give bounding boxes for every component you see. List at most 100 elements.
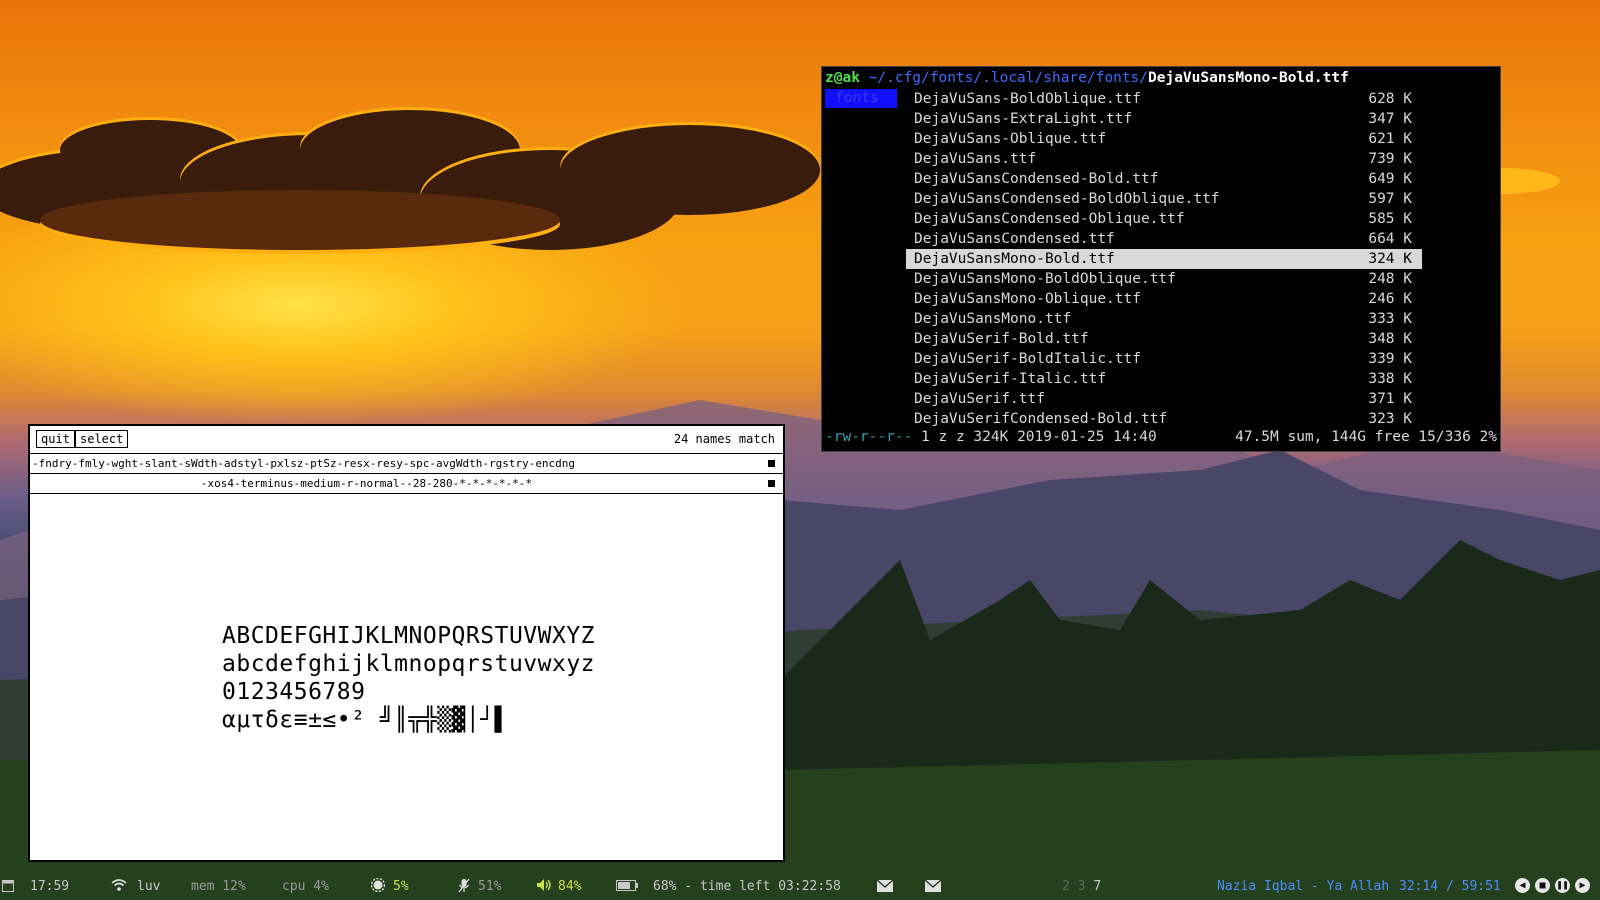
file-size: 248 K — [1368, 271, 1412, 287]
status-bar: 17:59 luv mem 12% cpu 4% 5% 51% 84% 68% … — [0, 874, 1600, 900]
file-size: 649 K — [1368, 171, 1412, 187]
prompt-file: DejaVuSansMono-Bold.ttf — [1148, 70, 1349, 86]
workspace-inactive[interactable]: 2 3 — [1062, 879, 1085, 894]
file-name: DejaVuSans-Oblique.ttf — [914, 131, 1107, 147]
file-list-item[interactable]: DejaVuSansCondensed-Oblique.ttf 585 K — [906, 209, 1422, 229]
xfontsel-window: quit select 24 names match -fndry-fmly-w… — [28, 424, 785, 862]
battery-icon — [616, 880, 638, 895]
file-size: 339 K — [1368, 351, 1412, 367]
file-name: DejaVuSansCondensed-Bold.ttf — [914, 171, 1159, 187]
file-list-item[interactable]: DejaVuSans-ExtraLight.ttf 347 K — [906, 109, 1422, 129]
file-name: DejaVuSerif-Bold.ttf — [914, 331, 1089, 347]
current-font-text: -xos4-terminus-medium-r-normal--28-280-*… — [200, 477, 533, 490]
clock[interactable]: 17:59 — [30, 879, 69, 894]
sample-symbols: αμτδε≡±≤•² ╝║╦╬▒▓│┘▌ — [222, 707, 509, 733]
current-font-field: -xos4-terminus-medium-r-normal--28-280-*… — [30, 474, 783, 494]
font-pattern-text[interactable]: -fndry-fmly-wght-slant-sWdth-adstyl-pxls… — [32, 457, 575, 470]
pattern-handle[interactable] — [768, 460, 775, 467]
wifi-ssid[interactable]: luv — [137, 879, 160, 894]
file-name: DejaVuSans-ExtraLight.ttf — [914, 111, 1133, 127]
media-controls: ◀ ■ ❚❚ ▶ — [1510, 878, 1590, 893]
gear-icon — [370, 877, 386, 896]
file-list-item[interactable]: DejaVuSansCondensed.ttf 664 K — [906, 229, 1422, 249]
prev-icon[interactable]: ◀ — [1515, 878, 1530, 893]
file-list-item[interactable]: DejaVuSerif-Bold.ttf 348 K — [906, 329, 1422, 349]
mail-icon[interactable] — [876, 879, 894, 896]
dir-summary: 47.5M sum, 144G free 15/336 2% — [1235, 429, 1497, 445]
file-size: 621 K — [1368, 131, 1412, 147]
file-list-item[interactable]: DejaVuSansCondensed-BoldOblique.ttf 597 K — [906, 189, 1422, 209]
terminal-title: z@ak ~/.cfg/fonts/.local/share/fonts/Dej… — [825, 70, 1349, 86]
sample-lowercase: abcdefghijklmnopqrstuvwxyz — [222, 651, 596, 677]
file-list: DejaVuSans-BoldOblique.ttf 628 K DejaVuSan… — [906, 89, 1422, 429]
file-size: 246 K — [1368, 291, 1412, 307]
battery-status[interactable]: 68% - time left 03:22:58 — [653, 879, 841, 894]
file-name: DejaVuSans.ttf — [914, 151, 1037, 167]
file-name: DejaVuSerif-Italic.ttf — [914, 371, 1107, 387]
stop-icon[interactable]: ■ — [1535, 878, 1550, 893]
file-size: 348 K — [1368, 331, 1412, 347]
file-info: 1 z z 324K 2019-01-25 14:40 — [912, 429, 1157, 445]
file-size: 597 K — [1368, 191, 1412, 207]
sample-digits: 0123456789 — [222, 679, 366, 705]
file-size: 338 K — [1368, 371, 1412, 387]
file-name: DejaVuSansCondensed-Oblique.ttf — [914, 211, 1185, 227]
now-playing[interactable]: Nazia Iqbal - Ya Allah — [1217, 879, 1389, 894]
file-size: 371 K — [1368, 391, 1412, 407]
file-name: DejaVuSansMono-BoldOblique.ttf — [914, 271, 1176, 287]
file-list-item[interactable]: DejaVuSerif-Italic.ttf 338 K — [906, 369, 1422, 389]
file-list-item[interactable]: DejaVuSans-Oblique.ttf 621 K — [906, 129, 1422, 149]
pause-icon[interactable]: ❚❚ — [1555, 878, 1570, 893]
file-size: 324 K — [1368, 251, 1412, 267]
file-size: 585 K — [1368, 211, 1412, 227]
file-list-item[interactable]: DejaVuSans.ttf 739 K — [906, 149, 1422, 169]
match-count: 24 names match — [673, 432, 775, 446]
quit-button[interactable]: quit — [36, 430, 75, 448]
file-name: DejaVuSans-BoldOblique.ttf — [914, 91, 1141, 107]
file-list-item[interactable]: DejaVuSansMono-Bold.ttf 324 K — [906, 249, 1422, 269]
file-size: 333 K — [1368, 311, 1412, 327]
volume-icon — [536, 878, 552, 896]
brightness-level[interactable]: 5% — [393, 879, 409, 894]
file-list-item[interactable]: DejaVuSans-BoldOblique.ttf 628 K — [906, 89, 1422, 109]
file-size: 739 K — [1368, 151, 1412, 167]
wifi-icon — [111, 878, 127, 896]
sample-uppercase: ABCDEFGHIJKLMNOPQRSTUVWXYZ — [222, 623, 596, 649]
file-name: DejaVuSansMono-Bold.ttf — [914, 251, 1115, 267]
file-name: DejaVuSansCondensed.ttf — [914, 231, 1115, 247]
cpu-usage[interactable]: cpu 4% — [282, 879, 329, 894]
file-list-item[interactable]: DejaVuSerif-BoldItalic.ttf 339 K — [906, 349, 1422, 369]
font-pattern-field[interactable]: -fndry-fmly-wght-slant-sWdth-adstyl-pxls… — [30, 454, 783, 474]
mic-icon — [458, 878, 470, 897]
file-name: DejaVuSerifCondensed-Bold.ttf — [914, 411, 1168, 427]
parent-dir-item[interactable]: fonts — [825, 89, 897, 108]
next-icon[interactable]: ▶ — [1575, 878, 1590, 893]
workspace-active[interactable]: 7 — [1093, 879, 1101, 894]
prompt-user: z@ak — [825, 70, 860, 86]
file-name: DejaVuSerif.ttf — [914, 391, 1045, 407]
file-list-item[interactable]: DejaVuSansMono-BoldOblique.ttf 248 K — [906, 269, 1422, 289]
volume-level[interactable]: 84% — [558, 879, 581, 894]
file-list-item[interactable]: DejaVuSerif.ttf 371 K — [906, 389, 1422, 409]
file-list-item[interactable]: DejaVuSansCondensed-Bold.ttf 649 K — [906, 169, 1422, 189]
mail-icon[interactable] — [924, 879, 942, 896]
file-name: DejaVuSerif-BoldItalic.ttf — [914, 351, 1141, 367]
file-size: 628 K — [1368, 91, 1412, 107]
font-sample: ABCDEFGHIJKLMNOPQRSTUVWXYZ abcdefghijklm… — [222, 622, 595, 734]
mem-usage[interactable]: mem 12% — [191, 879, 246, 894]
playback-time: 32:14 / 59:51 — [1399, 879, 1501, 894]
file-list-item[interactable]: DejaVuSerifCondensed-Bold.ttf 323 K — [906, 409, 1422, 429]
calendar-icon[interactable] — [2, 878, 14, 896]
select-button[interactable]: select — [75, 430, 129, 448]
file-list-item[interactable]: DejaVuSansMono.ttf 333 K — [906, 309, 1422, 329]
file-name: DejaVuSansMono.ttf — [914, 311, 1072, 327]
terminal-statusline: -rw-r--r-- 1 z z 324K 2019-01-25 14:40 4… — [825, 429, 1497, 445]
file-size: 347 K — [1368, 111, 1412, 127]
current-font-handle[interactable] — [768, 480, 775, 487]
xfontsel-toolbar: quit select 24 names match — [30, 426, 783, 454]
mic-level[interactable]: 51% — [478, 879, 501, 894]
workspace-list[interactable]: 2 3 7 — [1062, 879, 1101, 894]
file-permissions: -rw-r--r-- — [825, 429, 913, 445]
file-size: 664 K — [1368, 231, 1412, 247]
file-list-item[interactable]: DejaVuSansMono-Oblique.ttf 246 K — [906, 289, 1422, 309]
